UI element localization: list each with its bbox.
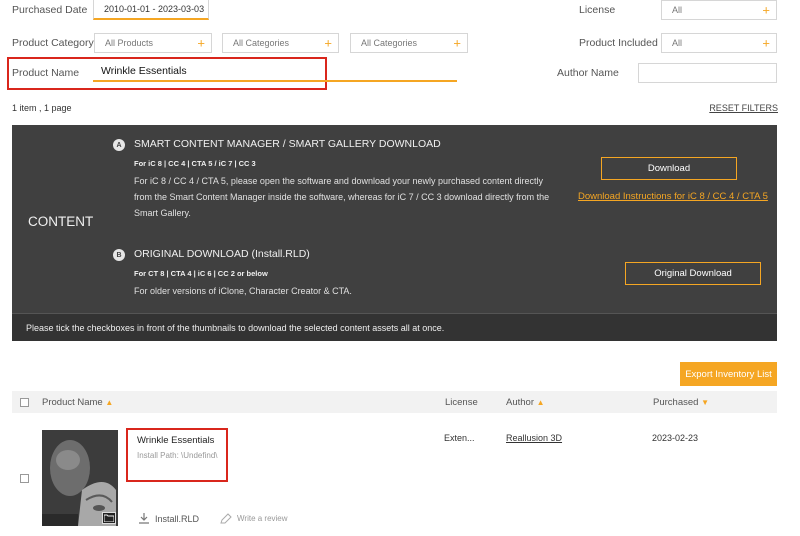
plus-icon: + [324, 35, 332, 51]
product-thumbnail[interactable] [42, 430, 118, 526]
install-path: Install Path: \Undefind\ [137, 451, 218, 460]
license-label: License [579, 4, 616, 16]
product-category-label: Product Category [12, 37, 94, 49]
folder-open-icon[interactable] [102, 512, 116, 524]
select-all-checkbox[interactable] [20, 398, 29, 407]
product-category-select[interactable]: All Products + [94, 33, 212, 53]
license-select[interactable]: All + [661, 0, 777, 20]
write-review-button[interactable]: Write a review [220, 513, 288, 524]
plus-icon: + [762, 35, 770, 51]
author-link[interactable]: Reallusion 3D [506, 433, 562, 443]
purchased-date: 2023-02-23 [652, 433, 699, 443]
download-icon [139, 513, 149, 524]
original-download-button[interactable]: Original Download [625, 262, 761, 285]
table-header: Product Name ▲ License Author ▲ Purchase… [12, 391, 777, 413]
product-included-label: Product Included [579, 37, 658, 49]
sort-purchased[interactable]: Purchased ▼ [653, 397, 709, 408]
sort-up-icon: ▲ [536, 398, 545, 407]
download-instructions-link[interactable]: Download Instructions for iC 8 / CC 4 / … [578, 191, 768, 202]
author-name-label: Author Name [557, 67, 619, 79]
option-a-subtitle: For iC 8 | CC 4 | CTA 5 / iC 7 | CC 3 [134, 159, 256, 168]
option-a-description: For iC 8 / CC 4 / CTA 5, please open the… [134, 176, 550, 218]
product-name-label: Product Name [12, 67, 80, 79]
sort-product-name[interactable]: Product Name ▲ [42, 397, 113, 408]
reset-filters-link[interactable]: RESET FILTERS [709, 103, 778, 113]
sort-down-icon: ▼ [701, 398, 709, 407]
install-rld-button[interactable]: Install.RLD [139, 513, 199, 524]
pencil-icon [220, 513, 232, 524]
sort-up-icon: ▲ [105, 398, 114, 407]
sort-author[interactable]: Author ▲ [506, 397, 545, 408]
option-a-badge: A [113, 139, 125, 151]
license-value: Exten... [444, 433, 475, 443]
export-inventory-button[interactable]: Export Inventory List [680, 362, 777, 386]
category-select-2[interactable]: All Categories + [222, 33, 339, 53]
author-name-input[interactable] [638, 63, 777, 83]
row-checkbox[interactable] [20, 474, 29, 483]
option-a-title: SMART CONTENT MANAGER / SMART GALLERY DO… [134, 138, 441, 150]
plus-icon: + [453, 35, 461, 51]
download-button[interactable]: Download [601, 157, 737, 180]
option-b-title: ORIGINAL DOWNLOAD (Install.RLD) [134, 248, 310, 260]
notice-bar: Please tick the checkboxes in front of t… [12, 313, 777, 341]
option-b-description: For older versions of iClone, Character … [134, 286, 352, 296]
purchased-date-label: Purchased Date [12, 4, 88, 16]
option-b-subtitle: For CT 8 | CTA 4 | iC 6 | CC 2 or below [134, 269, 268, 278]
results-count: 1 item , 1 page [12, 103, 72, 113]
content-heading: CONTENT [28, 214, 94, 229]
plus-icon: + [197, 35, 205, 51]
option-b-badge: B [113, 249, 125, 261]
plus-icon: + [762, 2, 770, 18]
content-download-panel: CONTENT A SMART CONTENT MANAGER / SMART … [12, 125, 777, 313]
table-row: Wrinkle Essentials Install Path: \Undefi… [12, 418, 777, 536]
product-included-select[interactable]: All + [661, 33, 777, 53]
category-select-3[interactable]: All Categories + [350, 33, 468, 53]
product-name-input[interactable] [93, 62, 457, 82]
purchased-date-range[interactable]: 2010-01-01 - 2023-03-03 [93, 0, 209, 20]
license-header: License [445, 397, 478, 408]
product-name[interactable]: Wrinkle Essentials [137, 435, 214, 446]
